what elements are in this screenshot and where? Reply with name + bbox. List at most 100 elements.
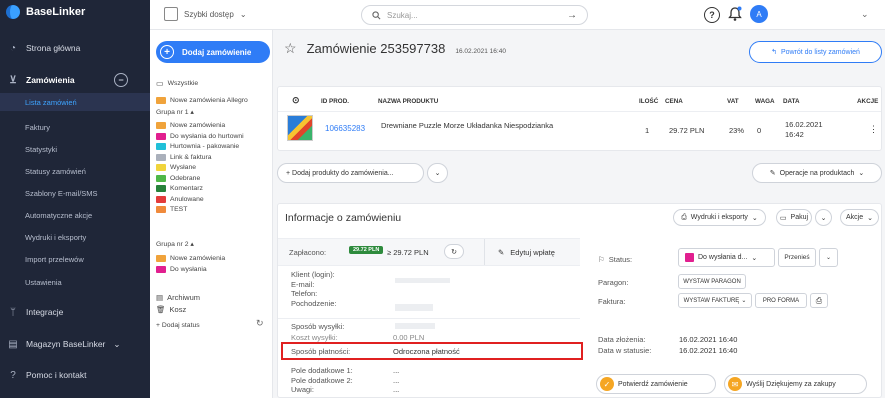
sidebar-sub-invoices[interactable]: Faktury	[0, 118, 150, 136]
add-status-link[interactable]: + Dodaj status	[156, 320, 200, 331]
add-products-dropdown[interactable]: ⌄	[427, 163, 448, 183]
sidebar-sub-stats[interactable]: Statystyki	[0, 140, 150, 158]
status-item[interactable]: Hurtownia - pakowanie	[156, 141, 239, 152]
trash-link[interactable]: 🗑 Kosz	[156, 304, 186, 315]
prints-exports-button[interactable]: ⎙ Wydruki i eksporty ⌄	[673, 209, 766, 226]
sidebar-item-label: Strona główna	[26, 43, 81, 53]
move-button[interactable]: Przenieś	[778, 248, 816, 267]
status-item[interactable]: Wysłane	[156, 162, 196, 173]
sidebar-sub-auto-actions[interactable]: Automatyczne akcje	[0, 206, 150, 224]
send-thanks-button[interactable]: ✉ Wyślij Dziękujemy za zakupy	[724, 374, 867, 394]
refresh-icon[interactable]: ↻	[256, 318, 264, 329]
storage-icon: ▤	[8, 338, 18, 350]
sidebar-item-storage[interactable]: ▤ Magazyn BaseLinker ⌄	[0, 333, 150, 355]
move-dropdown[interactable]: ⌄	[819, 248, 838, 267]
issue-invoice-button[interactable]: WYSTAW FAKTURĘ ⌄	[678, 293, 752, 308]
order-date: 16.02.2021 16:40	[455, 48, 506, 55]
cart-icon: ⊻	[9, 74, 17, 86]
extra-fields-values: ... ... ...	[393, 366, 399, 395]
refresh-payment-icon[interactable]: ↻	[444, 244, 464, 259]
created-date-label: Data złożenia:	[598, 335, 646, 344]
status-allegro[interactable]: Nowe zamówienia Allegro	[156, 95, 248, 106]
search-input[interactable]: Szukaj... →	[361, 5, 588, 25]
client-email-label: E-mail:	[291, 279, 315, 289]
status-all[interactable]: ▭ Wszystkie	[156, 78, 198, 89]
status-color	[156, 164, 166, 171]
status-item[interactable]: Odebrane	[156, 173, 200, 184]
plug-icon: ᛘ	[10, 306, 16, 318]
back-label: Powrót do listy zamówień	[780, 48, 860, 56]
status-label: Hurtownia - pakowanie	[170, 143, 240, 150]
created-date-value: 16.02.2021 16:40	[679, 335, 738, 344]
chevron-down-icon: ⌄	[858, 170, 865, 177]
confirm-label: Potwierdź zamówienie	[618, 380, 688, 388]
issue-receipt-button[interactable]: WYSTAW PARAGON	[678, 274, 746, 289]
invoice-btn-label: WYSTAW FAKTURĘ	[683, 297, 740, 304]
print-icon[interactable]: ⎙	[810, 293, 828, 308]
send-thanks-label: Wyślij Dziękujemy za zakupy	[746, 380, 836, 388]
pack-button[interactable]: ▭ Pakuj	[776, 209, 812, 226]
help-icon[interactable]: ?	[704, 7, 720, 23]
sidebar-sub-transfers[interactable]: Import przelewów	[0, 250, 150, 268]
add-order-button[interactable]: + Dodaj zamówienie	[156, 41, 270, 63]
sidebar-sub-prints[interactable]: Wydruki i eksporty	[0, 228, 150, 246]
col-header-name: NAZWA PRODUKTU	[378, 98, 439, 105]
client-origin-label: Pochodzenie:	[291, 298, 337, 308]
status-group-1[interactable]: Grupa nr 1 ▴	[156, 108, 194, 116]
avatar[interactable]: A	[750, 5, 768, 23]
sidebar-sub-templates[interactable]: Szablony E-mail/SMS	[0, 184, 150, 202]
status-item[interactable]: Anulowane	[156, 194, 204, 205]
col-header-date: DATA	[783, 98, 800, 105]
add-products-button[interactable]: + Dodaj produkty do zamówienia...	[277, 163, 424, 183]
product-time: 16:42	[785, 130, 804, 139]
archive-link[interactable]: ▤ Archiwum	[156, 292, 200, 303]
brand-logo[interactable]: BaseLinker	[6, 5, 85, 19]
product-weight: 0	[757, 126, 762, 135]
pack-dropdown[interactable]: ⌄	[815, 209, 832, 226]
quick-access[interactable]: Szybki dostęp ⌄	[164, 7, 247, 21]
status-item[interactable]: Komentarz	[156, 183, 203, 194]
sidebar-item-help[interactable]: ? Pomoc i kontakt	[0, 364, 150, 386]
chevron-down-icon: ⌄	[820, 214, 827, 222]
product-operations-button[interactable]: ✎ Operacje na produktach ⌄	[752, 163, 882, 183]
status-label: Wszystkie	[167, 80, 199, 87]
search-submit-icon[interactable]: →	[567, 10, 577, 21]
status-item[interactable]: Link & faktura	[156, 152, 212, 163]
collapse-icon[interactable]: −	[114, 73, 128, 87]
sidebar-item-orders[interactable]: ⊻ Zamówienia −	[0, 69, 150, 91]
paid-value: ≥ 29.72 PLN	[387, 248, 429, 257]
proforma-button[interactable]: PRO FORMA	[755, 293, 807, 308]
status-color	[156, 255, 166, 262]
actions-button[interactable]: Akcje ⌄	[840, 209, 879, 226]
sidebar-sub-settings[interactable]: Ustawienia	[0, 273, 150, 291]
sidebar-sub-order-statuses[interactable]: Statusy zamówień	[0, 162, 150, 180]
status-item[interactable]: TEST	[156, 204, 187, 215]
status-color	[156, 195, 166, 203]
sidebar-item-integrations[interactable]: ᛘ Integracje	[0, 301, 150, 323]
kebab-menu-icon[interactable]: ⋮	[869, 124, 878, 135]
col-header-actions: AKCJE	[857, 98, 879, 105]
chevron-down-icon: ⌄	[867, 214, 873, 222]
status-item[interactable]: Nowe zamówienia	[156, 120, 225, 131]
status-group-2[interactable]: Grupa nr 2 ▴	[156, 240, 194, 248]
wrench-icon: ✎	[769, 170, 776, 177]
status-item[interactable]: Nowe zamówienia	[156, 253, 225, 264]
confirm-order-button[interactable]: ✓ Potwierdź zamówienie	[596, 374, 716, 394]
notes-value: ...	[393, 385, 400, 394]
edit-payment-button[interactable]: ✎ Edytuj wpłatę	[498, 248, 555, 257]
back-to-list-button[interactable]: ↰ Powrót do listy zamówień	[749, 41, 882, 63]
chevron-down-icon[interactable]: ⌄	[861, 9, 869, 20]
product-thumbnail[interactable]	[287, 115, 313, 141]
product-id-link[interactable]: 106635283	[325, 124, 365, 133]
star-icon[interactable]: ☆	[284, 40, 297, 57]
sidebar-sub-order-list[interactable]: Lista zamówień	[0, 93, 150, 111]
status-item[interactable]: Do wysłania do hurtowni	[156, 131, 244, 142]
bell-icon[interactable]	[726, 5, 744, 25]
col-header-price: CENA	[665, 98, 683, 105]
sidebar-item-home[interactable]: ◔ Strona główna	[0, 37, 150, 59]
info-title: Informacje o zamówieniu	[285, 212, 402, 224]
status-select[interactable]: Do wysłania d... ⌄	[678, 248, 775, 267]
chevron-down-icon: ⌄	[113, 338, 121, 349]
paid-label: Zapłacono:	[289, 248, 327, 257]
status-item[interactable]: Do wysłania	[156, 264, 207, 275]
